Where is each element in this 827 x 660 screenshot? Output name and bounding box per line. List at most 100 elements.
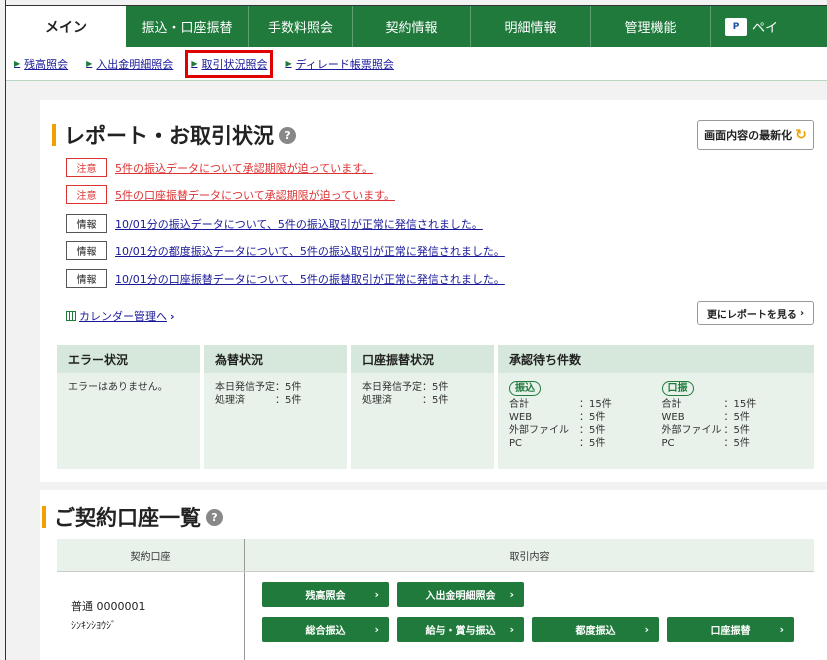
- kv-row: 合計 ：15件: [509, 398, 662, 411]
- statement-inquiry-button[interactable]: 入出金明細照会 ›: [397, 582, 524, 607]
- info-badge: 情報: [66, 214, 107, 233]
- one-time-transfer-button[interactable]: 都度振込 ›: [532, 617, 659, 642]
- subnav-label: ディレード帳票照会: [295, 57, 394, 71]
- kv-row: 外部ファイル ：5件: [509, 424, 662, 437]
- main-nav: メイン 振込・口座振替 手数料照会 契約情報 明細情報 管理機能 P ペイ: [6, 6, 827, 47]
- status-panel: エラー状況 エラーはありません。 為替状況 本日発信予定 ：5件 処理済 ：5件 口…: [57, 345, 814, 469]
- transfer-pill: 振込: [509, 381, 541, 396]
- table-header: 契約口座 取引内容: [57, 539, 814, 571]
- sub-nav: ▶ 残高照会 ▶ 入出金明細照会 ▶ 取引状況照会 ▶ ディレード帳票照会: [6, 47, 827, 81]
- tab-statement-info[interactable]: 明細情報: [471, 6, 591, 47]
- chevron-right-icon: ›: [170, 309, 175, 323]
- tab-pay[interactable]: P ペイ: [711, 6, 778, 47]
- calendar-management-link[interactable]: カレンダー管理へ ›: [66, 308, 175, 324]
- tab-admin[interactable]: 管理機能: [591, 6, 711, 47]
- notice-link[interactable]: 10/01分の振込データについて、5件の振込取引が正常に発信されました。: [115, 216, 483, 232]
- notice-item: 注意 5件の振込データについて承認期限が迫っています。: [66, 158, 373, 177]
- kv-key: 外部ファイル: [509, 425, 569, 436]
- subnav-label: 入出金明細照会: [96, 57, 174, 71]
- subnav-transaction-status[interactable]: ▶ 取引状況照会: [185, 49, 274, 78]
- triangle-icon: ▶: [14, 59, 21, 68]
- error-status: エラー状況 エラーはありません。: [57, 345, 200, 469]
- tab-fee-inquiry[interactable]: 手数料照会: [249, 6, 353, 47]
- subnav-balance-inquiry[interactable]: ▶ 残高照会: [14, 56, 68, 72]
- notice-link[interactable]: 10/01分の口座振替データについて、5件の振替取引が正常に発信されました。: [115, 271, 505, 287]
- frame-left-border: [5, 0, 6, 660]
- kv-key: WEB: [661, 412, 685, 423]
- chevron-right-icon: ›: [374, 623, 379, 636]
- kv-value: ：5件: [422, 382, 449, 393]
- info-badge: 情報: [66, 269, 107, 288]
- more-reports-label: 更にレポートを見る: [706, 309, 797, 321]
- account-debit-button[interactable]: 口座振替 ›: [667, 617, 794, 642]
- kv-value: ：5件: [723, 425, 750, 436]
- kv-value: ：5件: [579, 425, 606, 436]
- notice-item: 情報 10/01分の都度振込データについて、5件の振込取引が正常に発信されました…: [66, 241, 505, 260]
- title-accent-bar: [42, 506, 46, 528]
- kv-value: ：5件: [275, 395, 302, 406]
- notice-link[interactable]: 5件の振込データについて承認期限が迫っています。: [115, 160, 373, 176]
- kv-key: WEB: [509, 412, 533, 423]
- kv-key: 合計: [509, 399, 529, 410]
- approval-pending: 承認待ち件数 振込 合計 ：15件 WEB ：5件 外部ファイル ：5件 PC ：5件 …: [498, 345, 814, 469]
- refresh-label: 画面内容の最新化: [704, 129, 793, 142]
- balance-inquiry-button[interactable]: 残高照会 ›: [262, 582, 389, 607]
- title-accent-bar: [52, 124, 56, 146]
- info-badge: 情報: [66, 241, 107, 260]
- help-icon[interactable]: ?: [279, 126, 296, 144]
- tab-main[interactable]: メイン: [6, 6, 126, 47]
- chevron-right-icon: ›: [509, 623, 514, 636]
- approval-pending-heading: 承認待ち件数: [498, 345, 814, 373]
- button-label: 都度振込: [575, 626, 616, 637]
- triangle-icon: ▶: [285, 59, 292, 68]
- chevron-right-icon: ›: [509, 588, 514, 601]
- account-holder-kana: ｼﾝｷﾝｼﾖｳｼﾞ: [71, 621, 116, 632]
- button-label: 入出金明細照会: [425, 591, 496, 602]
- payroll-transfer-button[interactable]: 給与・賞与振込 ›: [397, 617, 524, 642]
- button-label: 給与・賞与振込: [425, 626, 496, 637]
- kv-key: 合計: [661, 399, 682, 410]
- report-title-text: レポート・お取引状況: [64, 124, 274, 148]
- accounts-table: 契約口座 取引内容 普通 0000001 ｼﾝｷﾝｼﾖｳｼﾞ 残高照会 › 入出金…: [57, 539, 814, 660]
- more-reports-button[interactable]: 更にレポートを見る ›: [697, 301, 814, 325]
- transaction-buttons: 残高照会 › 入出金明細照会 › 総合振込 › 給与・賞与振込 › 都度振込 › 口座振替…: [245, 572, 814, 660]
- kv-row: 外部ファイル ：5件: [662, 424, 815, 437]
- kv-row: 処理済 ：5件: [362, 394, 494, 407]
- kv-key: 本日発信予定: [215, 382, 275, 393]
- kv-value: ：15件: [579, 399, 612, 410]
- triangle-icon: ▶: [191, 59, 198, 68]
- tab-pay-label: ペイ: [752, 21, 779, 36]
- kv-row: 合計 ：15件: [662, 398, 815, 411]
- subnav-statement-inquiry[interactable]: ▶ 入出金明細照会: [86, 56, 173, 72]
- subnav-label: 取引状況照会: [201, 57, 268, 71]
- account-number: 普通 0000001: [71, 600, 146, 613]
- tab-contract-info[interactable]: 契約情報: [353, 6, 471, 47]
- debit-pill: 口振: [661, 381, 694, 396]
- help-icon[interactable]: ?: [206, 508, 223, 526]
- column-header-transactions: 取引内容: [509, 551, 550, 563]
- refresh-button[interactable]: 画面内容の最新化 ↻: [697, 120, 814, 150]
- debit-status: 口座振替状況 本日発信予定 ：5件 処理済 ：5件: [351, 345, 494, 469]
- chevron-right-icon: ›: [644, 623, 649, 636]
- notice-item: 注意 5件の口座振替データについて承認期限が迫っています。: [66, 185, 395, 204]
- approval-debit-group: 口振 合計 ：15件 WEB ：5件 外部ファイル ：5件 PC ：5件: [661, 381, 815, 450]
- subnav-delayed-report[interactable]: ▶ ディレード帳票照会: [285, 56, 393, 72]
- kv-row: WEB ：5件: [662, 411, 815, 424]
- button-label: 総合振込: [305, 626, 346, 637]
- debit-status-heading: 口座振替状況: [351, 345, 494, 373]
- triangle-icon: ▶: [86, 59, 93, 68]
- tab-transfer[interactable]: 振込・口座振替: [126, 6, 249, 47]
- notice-item: 情報 10/01分の振込データについて、5件の振込取引が正常に発信されました。: [66, 214, 483, 233]
- kv-value: ：5件: [579, 412, 606, 423]
- chevron-right-icon: ›: [374, 588, 379, 601]
- report-card: レポート・お取引状況 ? 画面内容の最新化 ↻ 注意 5件の振込データについて承…: [40, 100, 827, 482]
- notice-link[interactable]: 5件の口座振替データについて承認期限が迫っています。: [115, 187, 395, 203]
- pay-logo-icon: P: [725, 17, 747, 36]
- notice-link[interactable]: 10/01分の都度振込データについて、5件の振込取引が正常に発信されました。: [115, 243, 505, 259]
- kv-row: WEB ：5件: [509, 411, 662, 424]
- notice-item: 情報 10/01分の口座振替データについて、5件の振替取引が正常に発信されました…: [66, 269, 505, 288]
- accounts-title-text: ご契約口座一覧: [54, 506, 201, 530]
- bulk-transfer-button[interactable]: 総合振込 ›: [262, 617, 389, 642]
- column-header-account: 契約口座: [57, 539, 245, 571]
- kv-key: PC: [661, 438, 675, 449]
